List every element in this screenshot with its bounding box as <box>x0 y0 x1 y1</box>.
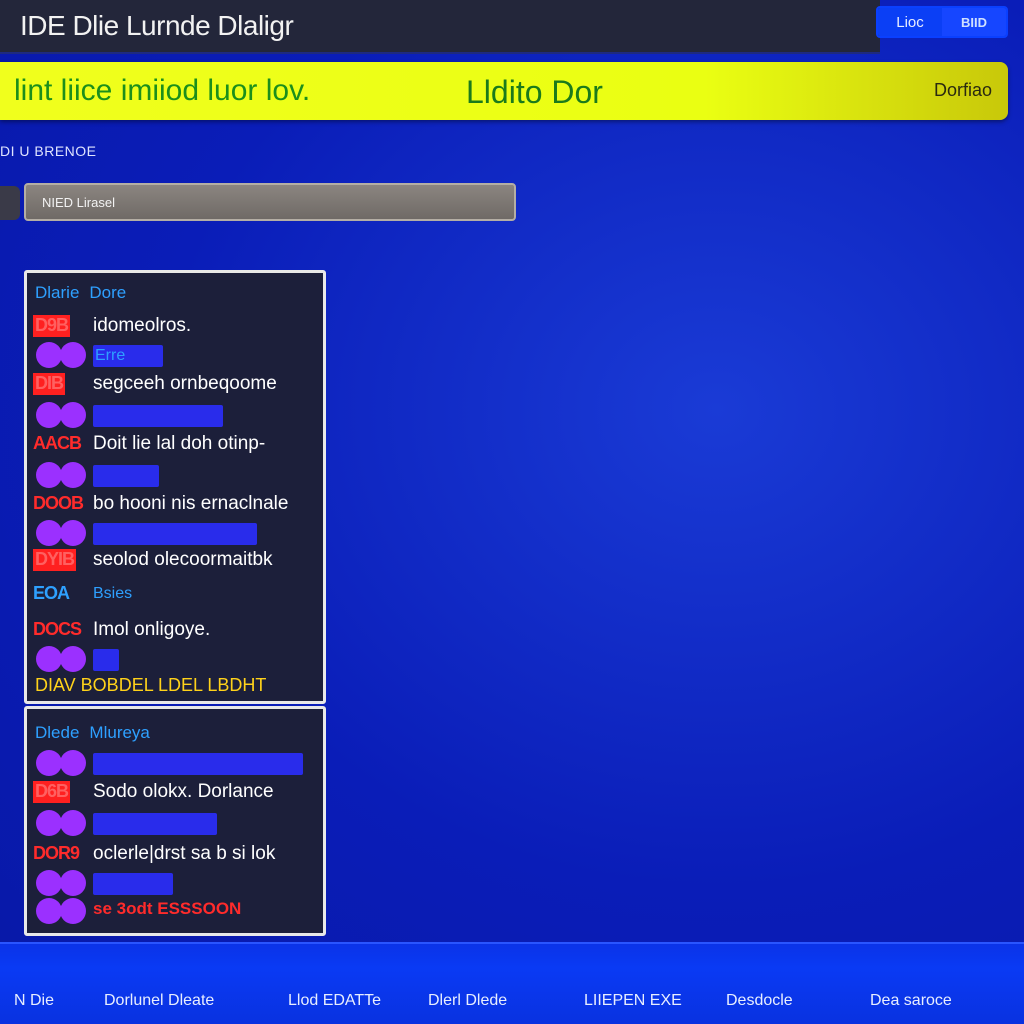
heart-icon <box>36 342 86 368</box>
item-text: Sodo olokx. Dorlance <box>93 781 274 802</box>
banner-left-text: lint liice imiiod luor lov. <box>14 74 311 107</box>
item-highlight-bar <box>93 753 303 775</box>
window-title: IDE Dlie Lurnde Dlaligr <box>20 10 294 41</box>
item-text: segceeh ornbeqoome <box>93 373 277 394</box>
title-bar: IDE Dlie Lurnde Dlaligr <box>0 0 880 54</box>
item-tag: D6B <box>33 781 71 803</box>
taskbar-item[interactable]: Llod EDATTe <box>288 992 381 1010</box>
item-tag: DYIB <box>33 549 77 571</box>
heart-icon <box>36 898 86 924</box>
item-text: Imol onligoye. <box>93 619 211 640</box>
top-button-biid[interactable]: BIID <box>942 8 1006 36</box>
panel-header-col-b: Dore <box>89 283 127 302</box>
heart-icon <box>36 646 86 672</box>
panel-footer: DIAV BOBDEL LDEL LBDHT <box>35 675 267 695</box>
top-button-group: Lioc BIID <box>876 6 1008 38</box>
item-highlight-bar <box>93 649 119 671</box>
banner-heading: Lldito Dor <box>466 74 603 110</box>
bottom-taskbar: N Die Dorlunel Dleate Llod EDATTe Dlerl … <box>0 942 1024 1024</box>
taskbar-item[interactable]: Desdocle <box>726 992 793 1010</box>
banner-action-button[interactable]: Dorfiao <box>934 80 992 101</box>
item-tag: EOA <box>33 583 70 603</box>
list-panel-primary: Dlarie Dore D9B idomeolros. Erre DIB segc… <box>24 270 326 704</box>
yellow-banner: lint liice imiiod luor lov. Lldito Dor D… <box>0 62 1008 120</box>
taskbar-item[interactable]: Dlerl Dlede <box>428 992 507 1010</box>
panel-header-col-a: Dlarie <box>35 283 80 302</box>
heart-icon <box>36 810 86 836</box>
list-panel-secondary: Dlede Mlureya D6B Sodo olokx. Dorlance DO… <box>24 706 326 936</box>
section-label: DI U BRENOE <box>0 143 97 159</box>
item-text: oclerle|drst sa b si lok <box>93 843 276 864</box>
taskbar-item[interactable]: N Die <box>14 992 54 1010</box>
top-button-lioc[interactable]: Lioc <box>878 8 942 36</box>
heart-icon <box>36 750 86 776</box>
search-input[interactable] <box>24 183 516 221</box>
heart-icon <box>36 520 86 546</box>
item-text: seolod olecoormaitbk <box>93 549 273 570</box>
item-tag: DOR9 <box>33 843 80 863</box>
search-handle[interactable] <box>0 186 20 220</box>
taskbar-item[interactable]: Dea saroce <box>870 992 952 1010</box>
panel-header: Dlarie Dore <box>35 283 126 303</box>
item-tag: D9B <box>33 315 71 337</box>
heart-icon <box>36 462 86 488</box>
item-tag: DIB <box>33 373 65 395</box>
item-highlight-bar <box>93 813 217 835</box>
item-sub-label: Erre <box>95 347 126 364</box>
item-tag: AACB <box>33 433 82 453</box>
item-tag: DOCS <box>33 619 82 639</box>
panel-header: Dlede Mlureya <box>35 723 150 743</box>
item-highlight-bar <box>93 405 223 427</box>
item-highlight-bar <box>93 873 173 895</box>
panel-header-col-b: Mlureya <box>89 723 150 742</box>
item-text: bo hooni nis ernaclnale <box>93 493 289 514</box>
item-tag: DOOB <box>33 493 84 513</box>
item-highlight-bar <box>93 465 159 487</box>
app-window: IDE Dlie Lurnde Dlaligr Lioc BIID lint l… <box>0 0 1024 1024</box>
item-sub-label: Bsies <box>93 585 133 602</box>
heart-icon <box>36 402 86 428</box>
item-text: Doit lie lal doh otinp- <box>93 433 266 454</box>
item-alert-text: se 3odt ESSSOON <box>93 899 242 918</box>
panel-header-col-a: Dlede <box>35 723 80 742</box>
item-text: idomeolros. <box>93 315 192 336</box>
taskbar-item[interactable]: Dorlunel Dleate <box>104 992 214 1010</box>
taskbar-item[interactable]: LIIEPEN EXE <box>584 992 682 1010</box>
item-highlight-bar <box>93 523 257 545</box>
